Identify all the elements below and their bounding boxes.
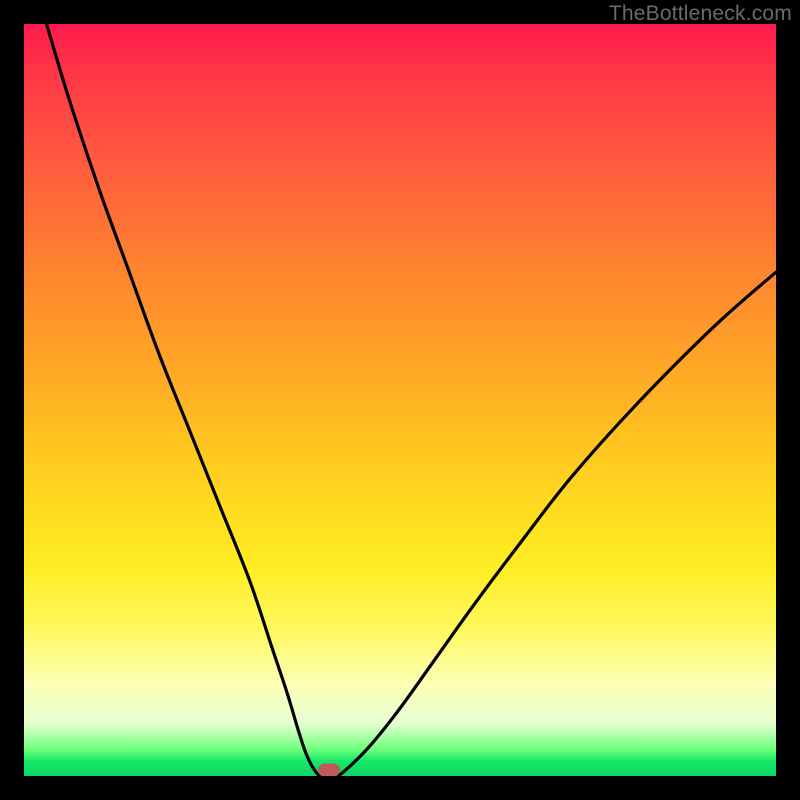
chart-frame: TheBottleneck.com xyxy=(0,0,800,800)
watermark-text: TheBottleneck.com xyxy=(609,2,792,26)
optimal-marker-icon xyxy=(318,763,340,776)
plot-area xyxy=(24,24,776,776)
bottleneck-curve xyxy=(24,24,776,776)
